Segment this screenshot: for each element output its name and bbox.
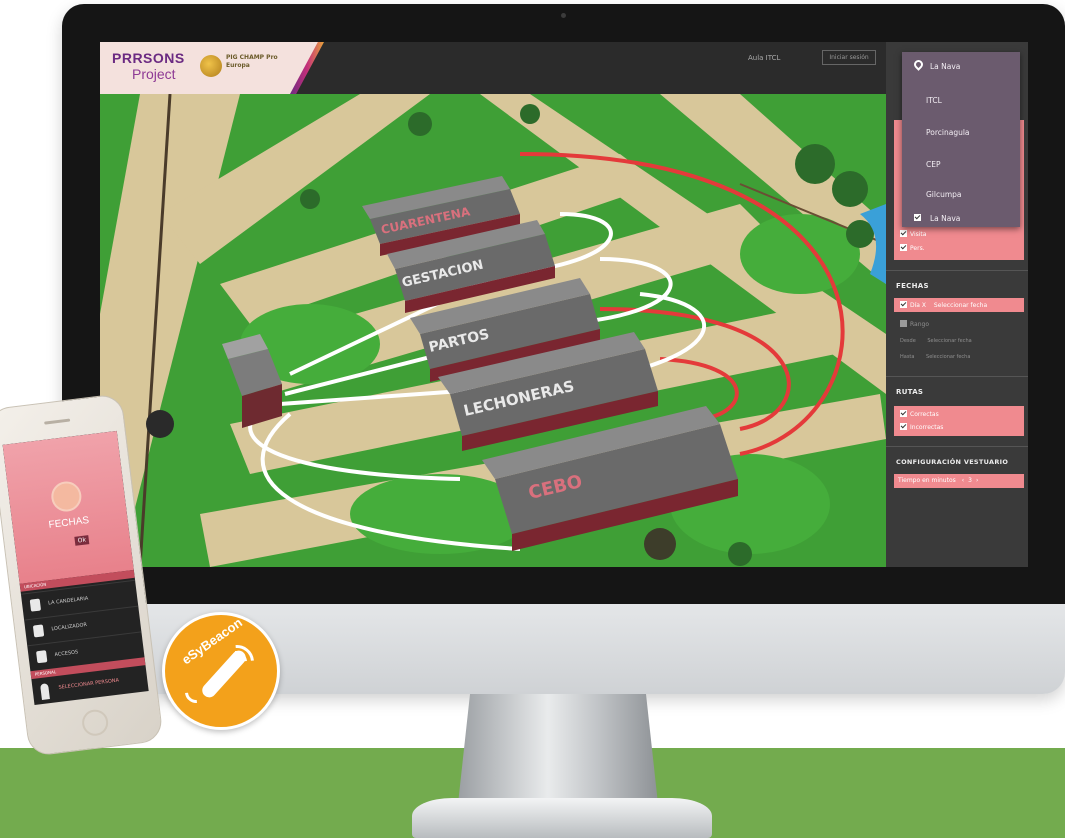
- date-to-label: Hasta: [900, 354, 915, 360]
- home-button[interactable]: [80, 708, 110, 738]
- dropdown-selected[interactable]: La Nava: [930, 62, 960, 71]
- app-logo-sub: Project: [132, 66, 176, 82]
- phone-title: FECHAS: [48, 514, 90, 531]
- app-logo[interactable]: PRRSONS: [112, 50, 185, 66]
- date-day-value[interactable]: Seleccionar fecha: [934, 302, 987, 309]
- building-icon: [32, 624, 45, 638]
- aula-link[interactable]: Aula ITCL: [748, 54, 780, 62]
- route-correct-label: Correctas: [910, 411, 939, 418]
- date-from-label: Desde: [900, 338, 916, 344]
- monitor-stand-base: [412, 798, 712, 838]
- farm-3d-view[interactable]: CUARENTENA GESTACION PARTOS LECHONERAS C…: [100, 94, 886, 567]
- phone-screen: FECHAS Ok UBICACIÓN LA CANDELARIA LOCALI…: [2, 430, 149, 705]
- stepper-right-icon[interactable]: ›: [976, 477, 978, 484]
- date-to-row[interactable]: Hasta Seleccionar fecha: [900, 354, 970, 360]
- checkbox-checked-icon[interactable]: [900, 301, 907, 308]
- monitor-stand: [458, 694, 658, 804]
- route-correct-row[interactable]: Correctas: [900, 410, 939, 418]
- dropdown-option-cep[interactable]: CEP: [926, 160, 941, 169]
- phone-row-label: ACCESOS: [54, 649, 79, 659]
- config-minutes-label: Tiempo en minutos: [898, 477, 956, 484]
- divider: [886, 270, 1028, 271]
- checkbox-checked-icon: [914, 214, 921, 221]
- checkbox-checked-icon[interactable]: [900, 423, 907, 430]
- checkbox-checked-icon[interactable]: [900, 230, 907, 237]
- checkbox-checked-icon[interactable]: [900, 244, 907, 251]
- divider: [886, 446, 1028, 447]
- date-from-row[interactable]: Desde Seleccionar fecha: [900, 338, 972, 344]
- divider: [886, 376, 1028, 377]
- filter-visita[interactable]: Visita: [900, 230, 926, 238]
- date-range-row[interactable]: Rango: [900, 320, 929, 328]
- phone-row-label: LOCALIZADOR: [51, 621, 88, 633]
- filter-pers-label: Pers.: [910, 245, 925, 252]
- farm-map-svg: CUARENTENA GESTACION PARTOS LECHONERAS C…: [100, 94, 886, 567]
- door-icon: [36, 650, 48, 664]
- location-pin-icon: [29, 598, 42, 612]
- app-screen: PRRSONS Project PIG CHAMP Pro Europa Aul…: [100, 42, 1028, 567]
- dropdown-option-itcl[interactable]: ITCL: [926, 96, 942, 105]
- phone-header: FECHAS Ok: [2, 430, 134, 584]
- location-pin-icon: [912, 58, 925, 71]
- camera-icon: [561, 13, 566, 18]
- config-heading: CONFIGURACIÓN VESTUARIO: [896, 458, 1009, 466]
- dates-heading: FECHAS: [896, 282, 929, 290]
- route-incorrect-label: Incorrectas: [910, 424, 944, 431]
- config-minutes-row[interactable]: Tiempo en minutos ‹ 3 ›: [898, 477, 978, 484]
- profile-avatar-icon[interactable]: [49, 479, 84, 514]
- phone-row-label: LA CANDELARIA: [47, 595, 89, 607]
- phone-row-label: SELECCIONAR PERSONA: [58, 677, 120, 691]
- location-dropdown[interactable]: La Nava ITCL Porcinagula CEP Gilcumpa La…: [902, 52, 1020, 227]
- dropdown-option-gilcumpa[interactable]: Gilcumpa: [926, 190, 962, 199]
- beacon-badge: eSyBeacon: [162, 612, 280, 730]
- date-day-label: Día X: [910, 302, 926, 309]
- phone-speaker: [44, 418, 71, 425]
- login-button[interactable]: Iniciar sesión: [822, 50, 876, 65]
- person-icon: [40, 683, 50, 701]
- product-showcase: PRRSONS Project PIG CHAMP Pro Europa Aul…: [0, 0, 1065, 838]
- config-minutes-value[interactable]: 3: [968, 477, 972, 484]
- phone-ok-badge[interactable]: Ok: [74, 535, 90, 546]
- dropdown-option-la-nava[interactable]: La Nava: [914, 214, 960, 223]
- checkbox-unchecked-icon[interactable]: [900, 320, 907, 327]
- dropdown-option-porcinagula[interactable]: Porcinagula: [926, 128, 970, 137]
- filter-visita-label: Visita: [910, 231, 927, 238]
- routes-heading: RUTAS: [896, 388, 924, 396]
- filter-pers[interactable]: Pers.: [900, 244, 925, 252]
- date-day-row[interactable]: Día X Seleccionar fecha: [900, 301, 987, 309]
- partner-globe-icon: [200, 55, 222, 77]
- date-range-label: Rango: [910, 321, 929, 328]
- date-from-value[interactable]: Seleccionar fecha: [927, 338, 971, 344]
- stepper-left-icon[interactable]: ‹: [962, 477, 964, 484]
- partner-logo: PIG CHAMP Pro Europa: [226, 54, 278, 69]
- checkbox-checked-icon[interactable]: [900, 410, 907, 417]
- date-to-value[interactable]: Seleccionar fecha: [926, 354, 970, 360]
- route-incorrect-row[interactable]: Incorrectas: [900, 423, 943, 431]
